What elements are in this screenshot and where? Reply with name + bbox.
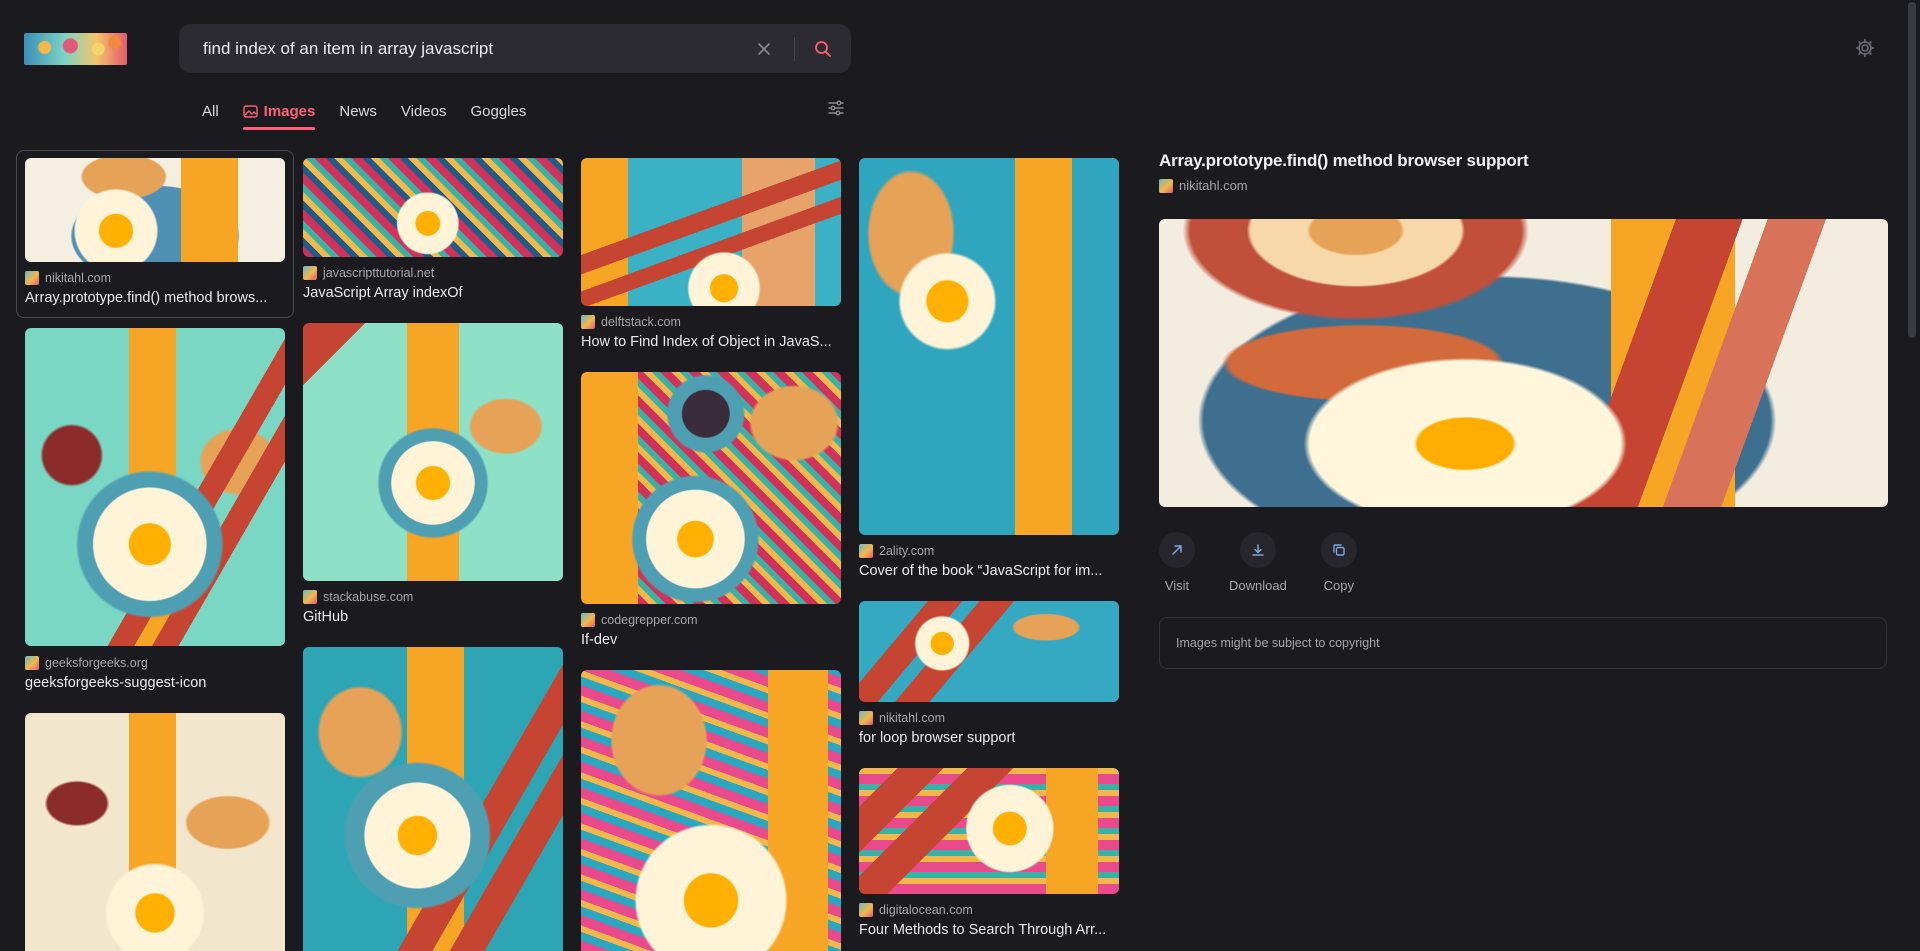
copy-label: Copy [1323, 578, 1354, 593]
clear-search-button[interactable] [744, 29, 784, 69]
tab-label: Goggles [470, 102, 527, 120]
result-title[interactable]: Array.prototype.find() method brows... [25, 290, 287, 306]
result-title[interactable]: If-dev [581, 632, 843, 648]
tab-label: News [339, 102, 377, 120]
result-source: digitalocean.com [859, 903, 973, 917]
result-thumbnail[interactable] [581, 670, 841, 951]
site-favicon [303, 590, 317, 604]
tab-videos[interactable]: Videos [401, 94, 447, 128]
tab-goggles[interactable]: Goggles [470, 94, 526, 128]
result-title[interactable]: geeksforgeeks-suggest-icon [25, 675, 287, 691]
detail-actions: Visit Download Copy [1159, 532, 1357, 593]
site-favicon [859, 903, 873, 917]
search-icon [815, 40, 831, 57]
result-source-text: digitalocean.com [879, 903, 973, 917]
copy-button[interactable]: Copy [1320, 532, 1357, 593]
result-source: nikitahl.com [25, 271, 111, 285]
result-title[interactable]: GitHub [303, 609, 565, 625]
tab-images[interactable]: Images [242, 94, 316, 130]
result-source-text: geeksforgeeks.org [45, 656, 148, 670]
copyright-text: Images might be subject to copyright [1176, 636, 1380, 650]
copy-icon [1333, 544, 1345, 556]
site-favicon [859, 544, 873, 558]
download-button[interactable]: Download [1229, 532, 1287, 593]
result-thumbnail[interactable] [303, 323, 563, 581]
site-favicon [859, 711, 873, 725]
result-source-text: 2ality.com [879, 544, 935, 558]
result-source: nikitahl.com [859, 711, 945, 725]
result-thumbnail[interactable] [25, 158, 285, 262]
visit-label: Visit [1164, 578, 1190, 593]
result-source-text: stackabuse.com [323, 590, 414, 604]
detail-preview-image[interactable] [1159, 219, 1888, 507]
download-icon [1252, 544, 1264, 556]
arrow-up-right-icon [1172, 545, 1182, 555]
result-thumbnail[interactable] [581, 372, 841, 604]
site-logo[interactable] [24, 33, 127, 65]
result-source-text: delftstack.com [601, 315, 681, 329]
search-input[interactable] [179, 24, 744, 73]
result-source: javascripttutorial.net [303, 266, 434, 280]
detail-title: Array.prototype.find() method browser su… [1159, 151, 1529, 170]
result-source-text: nikitahl.com [879, 711, 945, 725]
site-favicon [581, 315, 595, 329]
result-thumbnail[interactable] [859, 158, 1119, 535]
result-thumbnail[interactable] [303, 647, 563, 951]
tab-label: All [202, 102, 219, 120]
detail-source-text: nikitahl.com [1179, 178, 1248, 193]
site-favicon [25, 656, 39, 670]
result-title[interactable]: How to Find Index of Object in JavaS... [581, 334, 843, 350]
gear-icon[interactable] [1855, 38, 1875, 58]
filter-settings-icon[interactable] [826, 98, 846, 118]
result-source: stackabuse.com [303, 590, 413, 604]
result-thumbnail[interactable] [25, 328, 285, 646]
result-source-text: codegrepper.com [601, 613, 698, 627]
site-favicon [581, 613, 595, 627]
visit-button[interactable]: Visit [1159, 532, 1195, 593]
detail-source[interactable]: nikitahl.com [1159, 178, 1248, 193]
result-source: codegrepper.com [581, 613, 698, 627]
search-divider [794, 36, 795, 61]
site-favicon [1159, 178, 1173, 193]
result-source-text: javascripttutorial.net [323, 266, 435, 280]
tab-all[interactable]: All [202, 94, 219, 128]
result-thumbnail[interactable] [859, 601, 1119, 702]
tab-label: Videos [400, 102, 447, 120]
visit-circle [1159, 532, 1195, 568]
download-label: Download [1229, 578, 1287, 593]
result-thumbnail[interactable] [859, 768, 1119, 894]
result-title[interactable]: for loop browser support [859, 730, 1121, 746]
result-source: 2ality.com [859, 544, 934, 558]
result-thumbnail[interactable] [25, 713, 285, 951]
scrollbar-thumb[interactable] [1908, 2, 1916, 338]
tab-label: Images [263, 102, 316, 120]
result-source-text: nikitahl.com [45, 271, 111, 285]
result-title[interactable]: Four Methods to Search Through Arr... [859, 922, 1121, 938]
image-icon [242, 104, 258, 118]
result-title[interactable]: JavaScript Array indexOf [303, 285, 565, 301]
page-scrollbar[interactable] [1904, 0, 1920, 951]
search-button[interactable] [803, 29, 843, 69]
result-title[interactable]: Cover of the book “JavaScript for im... [859, 563, 1121, 579]
result-thumbnail[interactable] [581, 158, 841, 306]
result-thumbnail[interactable] [303, 158, 563, 257]
close-icon [758, 42, 770, 55]
site-favicon [303, 266, 317, 280]
result-source: geeksforgeeks.org [25, 656, 148, 670]
search-bar [179, 24, 851, 73]
tab-news[interactable]: News [339, 94, 377, 128]
search-tabs: All Images News Videos Goggles [202, 94, 526, 130]
site-favicon [25, 271, 39, 285]
copy-circle [1320, 532, 1357, 568]
copyright-notice: Images might be subject to copyright [1159, 617, 1887, 669]
download-circle [1239, 532, 1276, 568]
result-source: delftstack.com [581, 315, 681, 329]
